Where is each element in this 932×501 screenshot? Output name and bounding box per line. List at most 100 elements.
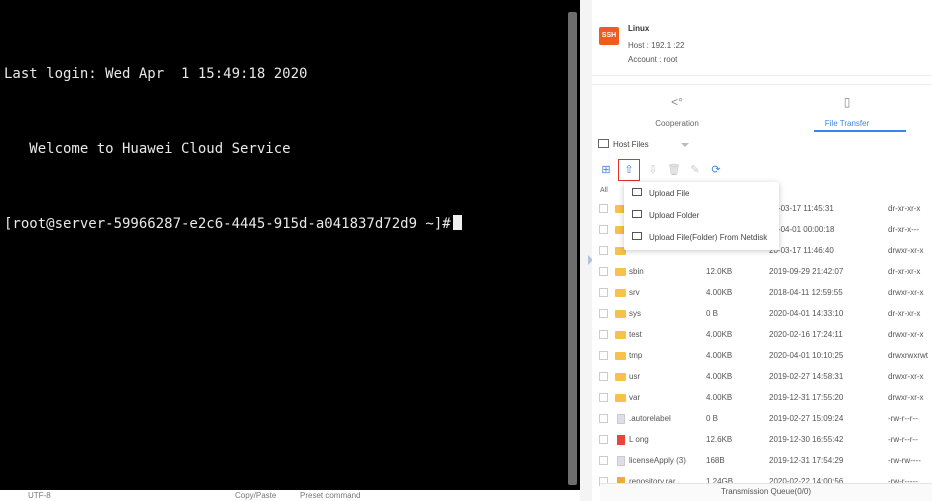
file-permissions: dr-xr-xr-x: [888, 204, 921, 213]
file-size: 4.00KB: [706, 372, 733, 381]
tab-label: File Transfer: [824, 119, 870, 128]
file-permissions: -rw-r--r--: [888, 435, 918, 444]
file-size: 0 B: [706, 309, 719, 318]
row-checkbox[interactable]: [599, 204, 608, 213]
file-icon: [617, 456, 625, 466]
side-panel: SSH Linux Host : 192.1 :22 Account : roo…: [592, 0, 932, 501]
file-size: 4.00KB: [706, 393, 733, 402]
host-files-icon: [598, 139, 609, 148]
folder-icon: [615, 373, 626, 381]
file-date: 2019-12-30 16:55:42: [769, 435, 844, 444]
file-size: 12.6KB: [706, 435, 733, 444]
terminal-output: Last login: Wed Apr 1 15:49:18 2020 Welc…: [4, 12, 462, 287]
file-name: L ong: [629, 435, 649, 444]
file-name: var: [629, 393, 641, 402]
file-row[interactable]: .autorelabel 0 B 2019-02-27 15:09:24 -rw-r-…: [592, 408, 932, 429]
menu-item-upload-folder[interactable]: Upload Folder: [624, 204, 779, 226]
file-size: 4.00KB: [706, 288, 733, 297]
host-address: Host : 192.1 :22: [628, 41, 685, 50]
preset-command-button[interactable]: Preset command: [300, 491, 360, 500]
row-checkbox[interactable]: [599, 330, 608, 339]
row-checkbox[interactable]: [599, 288, 608, 297]
terminal-cursor: [452, 215, 462, 230]
account-name: Account : root: [628, 55, 678, 64]
row-checkbox[interactable]: [599, 456, 608, 465]
row-checkbox[interactable]: [599, 309, 608, 318]
transmission-queue[interactable]: Transmission Queue(0/0): [600, 483, 932, 501]
file-size: 12.0KB: [706, 267, 733, 276]
row-checkbox[interactable]: [599, 225, 608, 234]
file-row[interactable]: var 4.00KB 2019-12-31 17:55:20 drwxr-xr-x: [592, 387, 932, 408]
file-icon: [617, 414, 625, 424]
netdisk-icon: [632, 232, 642, 240]
new-folder-icon[interactable]: ⊞: [598, 162, 614, 178]
folder-icon: [615, 310, 626, 318]
panel-divider: [580, 0, 592, 501]
encoding-label[interactable]: UTF-8: [28, 491, 51, 500]
file-row[interactable]: sbin 12.0KB 2019-09-29 21:42:07 dr-xr-xr-x: [592, 261, 932, 282]
file-size: 0 B: [706, 414, 719, 423]
file-row[interactable]: sys 0 B 2020-04-01 14:33:10 dr-xr-xr-x: [592, 303, 932, 324]
tab-file-transfer[interactable]: ▯ File Transfer: [762, 85, 932, 133]
file-permissions: -rw-rw----: [888, 456, 921, 465]
edit-icon[interactable]: ✎: [687, 162, 703, 178]
tab-cooperation[interactable]: <° Cooperation: [592, 85, 762, 133]
folder-icon: [615, 331, 626, 339]
file-permissions: drwxrwxrwt: [888, 351, 928, 360]
menu-item-label: Upload File: [649, 189, 690, 198]
folder-icon: [615, 352, 626, 360]
tab-label: Cooperation: [655, 119, 699, 128]
file-size: 4.00KB: [706, 351, 733, 360]
file-date: 2019-09-29 21:42:07: [769, 267, 844, 276]
file-date: 2019-12-31 17:54:29: [769, 456, 844, 465]
file-permissions: -rw-r--r--: [888, 414, 918, 423]
terminal-prompt-line: [root@server-59966287-e2c6-4445-915d-a04…: [4, 212, 462, 237]
terminal[interactable]: Last login: Wed Apr 1 15:49:18 2020 Welc…: [0, 0, 580, 490]
file-name: .autorelabel: [629, 414, 671, 423]
row-checkbox[interactable]: [599, 246, 608, 255]
menu-item-label: Upload File(Folder) From Netdisk: [649, 233, 768, 242]
file-row[interactable]: tmp 4.00KB 2020-04-01 10:10:25 drwxrwxrwt: [592, 345, 932, 366]
refresh-icon[interactable]: ⟳: [708, 162, 724, 178]
terminal-footer: UTF-8 Copy/Paste Preset command: [0, 490, 580, 501]
file-name: sys: [629, 309, 641, 318]
ssh-info-card: SSH Linux Host : 192.1 :22 Account : roo…: [592, 0, 932, 76]
delete-icon[interactable]: 🗑: [666, 162, 682, 178]
panel-tabs: <° Cooperation ▯ File Transfer: [592, 84, 932, 132]
share-icon: <°: [671, 95, 683, 109]
file-toolbar: ⊞ ⇧ ⇩ 🗑 ✎ ⟳: [592, 158, 932, 182]
terminal-scrollbar[interactable]: [568, 12, 577, 485]
file-date: 2020-04-01 14:33:10: [769, 309, 844, 318]
file-transfer-icon: ▯: [843, 95, 851, 109]
row-checkbox[interactable]: [599, 267, 608, 276]
file-size: 4.00KB: [706, 330, 733, 339]
file-row[interactable]: test 4.00KB 2020-02-16 17:24:11 drwxr-xr-x: [592, 324, 932, 345]
row-checkbox[interactable]: [599, 393, 608, 402]
file-row[interactable]: usr 4.00KB 2019-02-27 14:58:31 drwxr-xr-x: [592, 366, 932, 387]
menu-item-upload-file[interactable]: Upload File: [624, 182, 779, 204]
active-tab-indicator: [814, 130, 906, 132]
file-name: tmp: [629, 351, 643, 360]
file-permissions: dr-xr-xr-x: [888, 309, 921, 318]
copy-paste-button[interactable]: Copy/Paste: [235, 491, 276, 500]
row-checkbox[interactable]: [599, 435, 608, 444]
row-checkbox[interactable]: [599, 351, 608, 360]
download-icon[interactable]: ⇩: [645, 162, 661, 178]
upload-icon[interactable]: ⇧: [618, 159, 640, 181]
menu-item-upload-from-netdisk[interactable]: Upload File(Folder) From Netdisk: [624, 226, 779, 248]
terminal-line: Welcome to Huawei Cloud Service: [4, 141, 291, 157]
file-row[interactable]: licenseApply (3) 168B 2019-12-31 17:54:29 -…: [592, 450, 932, 471]
file-name: usr: [629, 372, 641, 381]
file-row[interactable]: L ong 12.6KB 2019-12-30 16:55:42 -rw-r--r--: [592, 429, 932, 450]
host-files-selector[interactable]: Host Files: [592, 134, 932, 156]
file-size: 168B: [706, 456, 725, 465]
row-checkbox[interactable]: [599, 414, 608, 423]
file-permissions: drwxr-xr-x: [888, 393, 924, 402]
pdf-file-icon: [617, 435, 625, 445]
terminal-line: Last login: Wed Apr 1 15:49:18 2020: [4, 66, 308, 82]
row-checkbox[interactable]: [599, 372, 608, 381]
file-row[interactable]: srv 4.00KB 2018-04-11 12:59:55 drwxr-xr-x: [592, 282, 932, 303]
host-files-label: Host Files: [613, 140, 649, 149]
file-permissions: dr-xr-xr-x: [888, 267, 921, 276]
ssh-badge: SSH: [599, 27, 619, 45]
